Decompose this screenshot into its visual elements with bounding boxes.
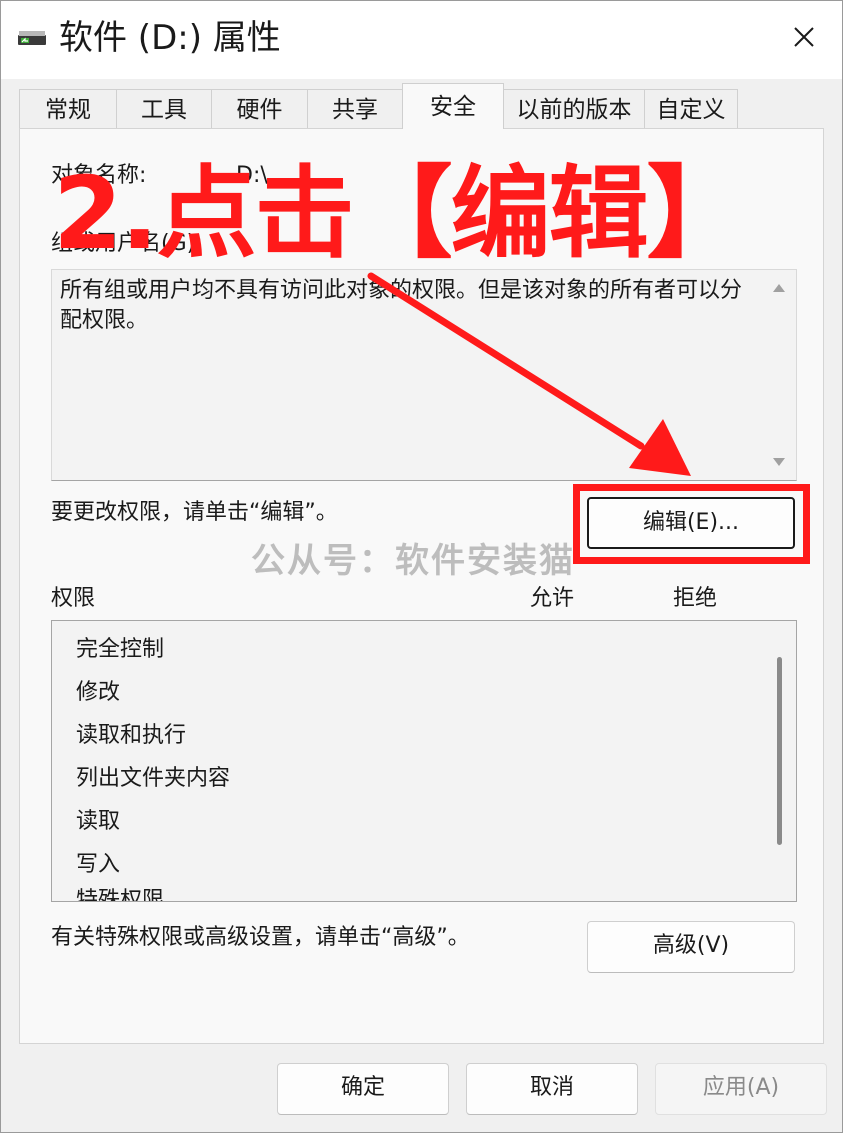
no-access-message: 所有组或用户均不具有访问此对象的权限。但是该对象的所有者可以分配权限。 (60, 278, 743, 333)
allow-header: 允许 (530, 586, 575, 611)
tab-customize[interactable]: 自定义 (644, 89, 738, 129)
close-button[interactable] (782, 17, 826, 57)
permission-row: 写入 (76, 852, 121, 877)
group-users-list[interactable]: 所有组或用户均不具有访问此对象的权限。但是该对象的所有者可以分配权限。 (51, 269, 797, 481)
permission-row: 列出文件夹内容 (76, 766, 231, 791)
edit-highlight-box (573, 484, 810, 564)
permission-row: 修改 (76, 680, 121, 705)
permission-row: 特殊权限 (76, 888, 165, 902)
permission-row: 读取和执行 (76, 723, 187, 748)
edit-hint: 要更改权限，请单击“编辑”。 (51, 500, 338, 525)
tab-strip: 常规 工具 硬件 共享 安全 以前的版本 自定义 (19, 83, 739, 129)
properties-dialog: 软件 (D:) 属性 常规 工具 硬件 共享 安全 以前的版本 自定义 对象名称… (0, 0, 843, 1133)
permissions-list[interactable]: 完全控制 修改 读取和执行 列出文件夹内容 读取 写入 特殊权限 (51, 620, 797, 902)
apply-button[interactable]: 应用(A) (655, 1063, 827, 1115)
window-title: 软件 (D:) 属性 (59, 18, 281, 58)
dialog-footer: 确定 取消 应用(A) (1, 1061, 842, 1117)
watermark-text: 公从号：软件安装猫 (251, 541, 575, 581)
tab-security[interactable]: 安全 (402, 83, 504, 129)
permission-row: 完全控制 (76, 637, 165, 662)
tab-previous-versions[interactable]: 以前的版本 (503, 89, 645, 129)
deny-header: 拒绝 (673, 586, 718, 611)
title-bar: 软件 (D:) 属性 (1, 1, 842, 79)
tab-hardware[interactable]: 硬件 (211, 89, 308, 129)
permissions-header: 权限 (51, 586, 96, 611)
tab-general[interactable]: 常规 (19, 89, 117, 129)
advanced-hint: 有关特殊权限或高级设置，请单击“高级”。 (51, 925, 470, 950)
advanced-button[interactable]: 高级(V) (587, 921, 795, 973)
drive-icon (18, 31, 46, 45)
tab-sharing[interactable]: 共享 (307, 89, 403, 129)
step-annotation: 2.点击【编辑】 (53, 155, 747, 272)
ok-button[interactable]: 确定 (277, 1063, 449, 1115)
permission-row: 读取 (76, 809, 121, 834)
info-scrollbar[interactable] (764, 270, 796, 480)
cancel-button[interactable]: 取消 (466, 1063, 638, 1115)
permissions-scrollbar[interactable] (777, 657, 782, 845)
scroll-down-icon[interactable] (773, 458, 785, 466)
close-icon (794, 27, 814, 47)
tab-tools[interactable]: 工具 (116, 89, 212, 129)
scroll-up-icon[interactable] (773, 284, 785, 292)
